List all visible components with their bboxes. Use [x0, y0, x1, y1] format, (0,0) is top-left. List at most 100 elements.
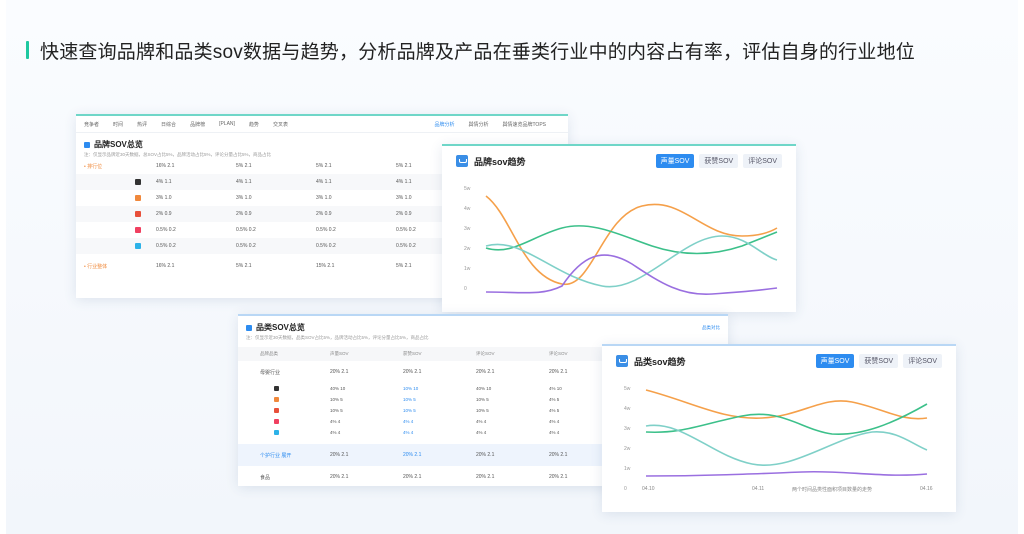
- tab-comment-sov[interactable]: 评论SOV: [743, 154, 782, 168]
- cell: 0.5% 0.2: [236, 243, 256, 249]
- cell: 4% 4: [476, 430, 487, 435]
- series-line-teal: [645, 424, 928, 466]
- nav-item[interactable]: 日综合: [161, 121, 176, 128]
- x-tick: 04.10: [642, 486, 655, 492]
- brand-nav-row: 竞争者 时间 热评 日综合 品牌榜 [PLAN] 趋势 交叉表 品牌分析 舆情分…: [76, 116, 568, 133]
- x-tick: 04.16: [920, 486, 933, 492]
- brand-logo: [120, 211, 156, 217]
- category-trend-header: 品类sov趋势 声量SOV 获赞SOV 评论SOV: [602, 346, 956, 376]
- tab-like-sov[interactable]: 获赞SOV: [699, 154, 739, 168]
- nav-item[interactable]: 热评: [137, 121, 147, 128]
- category-trend-chart: 5w 4w 3w 2w 1w 0: [624, 386, 928, 492]
- y-tick: 5w: [624, 386, 631, 392]
- col-header[interactable]: 评论SOV: [476, 351, 549, 357]
- cell: 20% 2.1: [476, 474, 495, 480]
- cell: 4% 4: [330, 430, 341, 435]
- cell: 20% 2.1: [330, 452, 349, 458]
- cell: 5% 2.1: [316, 163, 332, 169]
- brand-trend-header: 品牌sov趋势 声量SOV 获赞SOV 评论SOV: [442, 146, 796, 176]
- brand-sov-trend-card: 品牌sov趋势 声量SOV 获赞SOV 评论SOV 5w 4w 3w 2w 1w 0: [442, 144, 796, 312]
- col-header[interactable]: 声量SOV: [330, 351, 403, 357]
- category-section-title-text: 品类SOV总览: [256, 323, 305, 332]
- nav-item[interactable]: 时间: [113, 121, 123, 128]
- cell: 20% 2.1: [476, 452, 495, 458]
- brand-logo: [238, 386, 330, 391]
- cell: 2% 0.9: [316, 211, 332, 217]
- cell: 10% 5: [403, 408, 416, 413]
- brand-logo: [120, 195, 156, 201]
- cell: 16% 2.1: [156, 263, 175, 269]
- cell: 2% 0.9: [236, 211, 252, 217]
- brand-logo: [238, 430, 330, 435]
- nav-right-item[interactable]: 品牌分析: [434, 121, 454, 128]
- brand-section-title-text: 品牌SOV总览: [94, 140, 143, 149]
- cell: 10% 5: [330, 397, 343, 402]
- cell: 10% 5: [476, 408, 489, 413]
- cell: 5% 2.1: [236, 163, 252, 169]
- y-tick: 3w: [624, 426, 631, 432]
- category-compare-control[interactable]: 品类对比: [702, 325, 720, 331]
- cell: 4% 4: [330, 419, 341, 424]
- tab-volume-sov[interactable]: 声量SOV: [815, 354, 855, 368]
- promo-stage: 快速查询品牌和品类sov数据与趋势，分析品牌及产品在垂类行业中的内容占有率，评估…: [6, 0, 1018, 534]
- tab-like-sov[interactable]: 获赞SOV: [859, 354, 899, 368]
- cell: 4% 4: [476, 419, 487, 424]
- cell: 4% 4: [403, 430, 414, 435]
- cell: 0.5% 0.2: [316, 243, 336, 249]
- col-header[interactable]: 品牌品类: [238, 351, 330, 357]
- tab-volume-sov[interactable]: 声量SOV: [655, 154, 695, 168]
- col-header[interactable]: 获赞SOV: [403, 351, 476, 357]
- cell: 40% 10: [330, 386, 346, 391]
- chat-icon: [456, 155, 468, 167]
- section-icon: [84, 141, 90, 148]
- brand-logo: [120, 179, 156, 185]
- series-line-orange: [645, 389, 928, 420]
- tab-comment-sov[interactable]: 评论SOV: [903, 354, 942, 368]
- nav-right-item[interactable]: 舆情分析: [468, 121, 488, 128]
- nav-item[interactable]: 交叉表: [273, 121, 288, 128]
- row-label[interactable]: • 排行位: [76, 163, 120, 170]
- cell: 0.5% 0.2: [156, 227, 176, 233]
- cell: 4% 1.1: [236, 179, 252, 185]
- y-tick: 1w: [464, 266, 471, 272]
- headline-accent-bar: [26, 41, 29, 59]
- cell: 20% 2.1: [403, 452, 422, 458]
- y-tick: 1w: [624, 466, 631, 472]
- cell: 40% 10: [476, 386, 492, 391]
- y-tick: 0: [624, 486, 627, 492]
- chat-icon: [616, 355, 628, 367]
- cell: 10% 5: [403, 397, 416, 402]
- brand-logo: [238, 397, 330, 402]
- nav-right-item[interactable]: 舆情速览品牌TOPS: [502, 121, 546, 128]
- y-tick: 2w: [624, 446, 631, 452]
- cell: 20% 2.1: [403, 474, 422, 480]
- brand-logo: [238, 419, 330, 424]
- y-tick: 2w: [464, 246, 471, 252]
- cell: 3% 1.0: [156, 195, 172, 201]
- cell: 10% 10: [403, 386, 419, 391]
- category-trend-title: 品类sov趋势: [634, 356, 686, 367]
- cell: 16% 2.1: [156, 163, 175, 169]
- cell: 0.5% 0.2: [236, 227, 256, 233]
- nav-item[interactable]: [PLAN]: [219, 121, 235, 127]
- cell: 20% 2.1: [330, 474, 349, 480]
- cell: 4% 1.1: [316, 179, 332, 185]
- cell: 3% 1.0: [236, 195, 252, 201]
- row-label[interactable]: • 行业整体: [76, 263, 120, 270]
- cell: 2% 0.9: [156, 211, 172, 217]
- cell: 20% 2.1: [330, 369, 349, 375]
- cell: 3% 1.0: [316, 195, 332, 201]
- y-tick: 3w: [464, 226, 471, 232]
- series-line-green: [485, 225, 778, 255]
- group-label: 食品: [260, 474, 271, 481]
- brand-trend-chart: 5w 4w 3w 2w 1w 0: [464, 186, 778, 295]
- nav-item[interactable]: 趋势: [249, 121, 259, 128]
- category-section-title: 品类SOV总览 品类对比: [238, 316, 728, 335]
- x-note: 两个时间品类性面积项目数量的走势: [792, 487, 873, 493]
- y-tick: 5w: [464, 186, 471, 192]
- nav-item[interactable]: 竞争者: [84, 121, 99, 128]
- group-label[interactable]: 个护行业 展开: [238, 452, 330, 459]
- cell: 5% 2.1: [236, 263, 252, 269]
- nav-item[interactable]: 品牌榜: [190, 121, 205, 128]
- brand-logo: [120, 227, 156, 233]
